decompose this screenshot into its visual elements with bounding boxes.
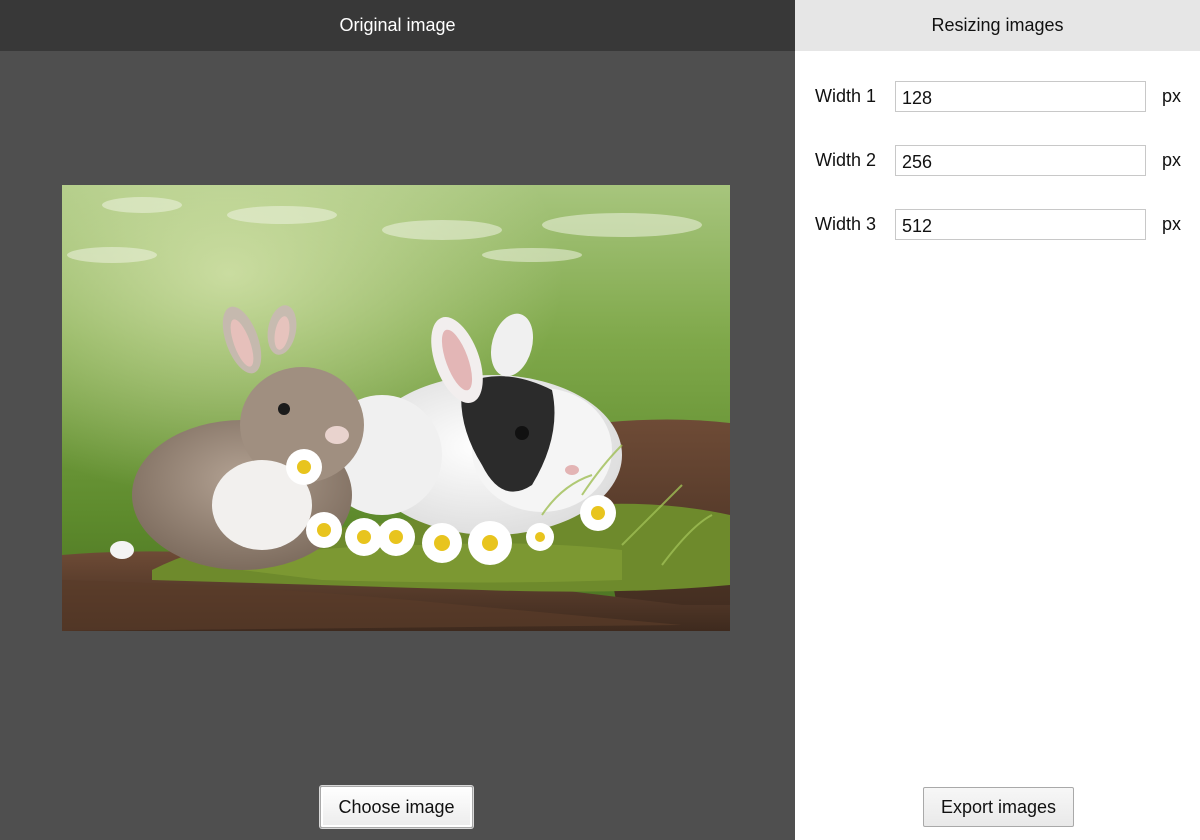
original-image-panel: Original image Choose image [0, 0, 795, 840]
width-1-input[interactable] [895, 81, 1146, 112]
image-resizer-window: Original image Choose image Resizing ima… [0, 0, 1200, 840]
width-3-row: Width 3 px [795, 209, 1200, 241]
width-2-row: Width 2 px [795, 145, 1200, 177]
width-1-label: Width 1 [815, 86, 877, 106]
export-images-button[interactable]: Export images [923, 787, 1074, 827]
choose-image-button[interactable]: Choose image [320, 786, 473, 828]
width-3-label: Width 3 [815, 214, 877, 234]
width-2-label: Width 2 [815, 150, 877, 170]
original-image-title: Original image [0, 0, 795, 51]
resizing-panel: Resizing images Width 1 px Width 2 px Wi… [795, 0, 1200, 840]
resizing-title: Resizing images [795, 0, 1200, 51]
width-2-unit: px [1162, 150, 1182, 170]
width-2-input[interactable] [895, 145, 1146, 176]
width-3-input[interactable] [895, 209, 1146, 240]
width-3-unit: px [1162, 214, 1182, 234]
width-1-unit: px [1162, 86, 1182, 106]
width-1-row: Width 1 px [795, 81, 1200, 113]
original-image-preview [62, 185, 730, 631]
